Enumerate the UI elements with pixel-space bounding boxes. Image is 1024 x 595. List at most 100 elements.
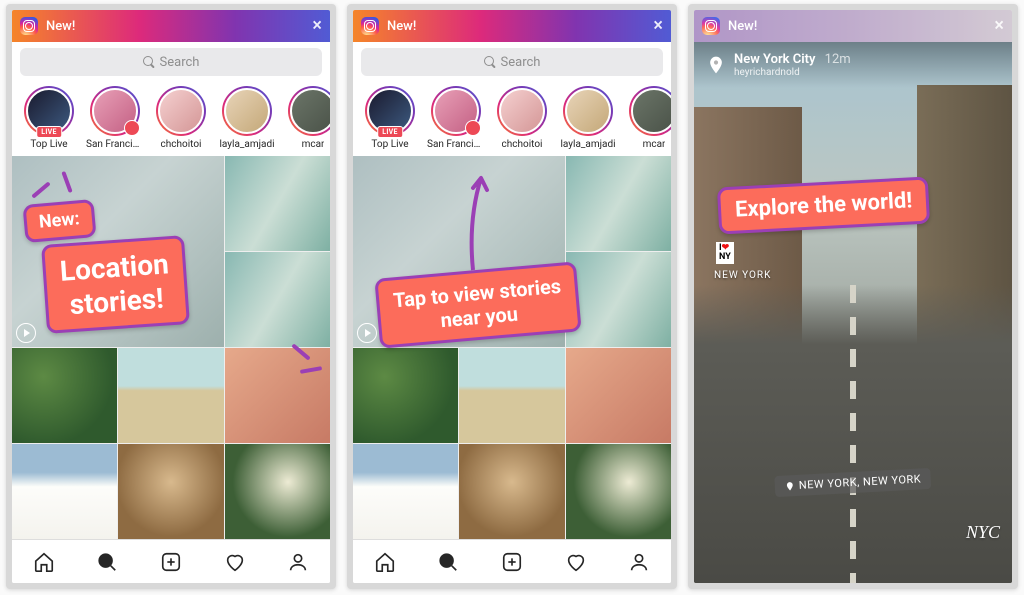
instagram-logo-icon [361, 17, 379, 35]
avatar [92, 88, 138, 134]
story-label: Top Live [371, 139, 408, 150]
promo-banner: New! × [694, 10, 1012, 42]
explore-tile[interactable] [118, 444, 223, 539]
story-item[interactable]: San Francisco [427, 86, 485, 150]
story-ring [222, 86, 272, 136]
story-item[interactable]: mcar [284, 86, 330, 150]
story-ring-live [24, 86, 74, 136]
story-label: Top Live [30, 139, 67, 150]
screen-2: New! × Search Top Live San Francisco chcho… [353, 10, 671, 583]
phone-mock-2: New! × Search Top Live San Francisco chcho… [347, 4, 677, 589]
close-icon[interactable]: × [312, 17, 322, 35]
story-ring [288, 86, 330, 136]
story-item[interactable]: San Francisco [86, 86, 144, 150]
story-tray[interactable]: Top Live San Francisco chchoitoi layla_amja… [12, 82, 330, 156]
story-tray[interactable]: Top Live San Francisco chchoitoi layla_amja… [353, 82, 671, 156]
search-input[interactable]: Search [361, 48, 663, 76]
banner-label: New! [46, 19, 75, 34]
banner-label: New! [728, 19, 757, 34]
nav-search-icon[interactable] [96, 551, 118, 573]
explore-tile[interactable] [225, 252, 330, 347]
explore-grid[interactable] [353, 156, 671, 539]
story-ring [629, 86, 671, 136]
nav-create-icon[interactable] [160, 551, 182, 573]
instagram-logo-icon [20, 17, 38, 35]
promo-banner: New! × [12, 10, 330, 42]
story-header-text: New York City 12m heyrichardnold [734, 52, 851, 78]
explore-tile[interactable] [566, 444, 671, 539]
instagram-logo-icon [702, 17, 720, 35]
nav-search-icon[interactable] [437, 551, 459, 573]
explore-tile[interactable] [353, 444, 458, 539]
explore-tile[interactable] [353, 348, 458, 443]
promo-banner: New! × [353, 10, 671, 42]
avatar [367, 88, 413, 134]
location-pin-icon [706, 55, 726, 75]
story-ring [563, 86, 613, 136]
story-item[interactable]: chchoitoi [152, 86, 210, 150]
explore-tile[interactable] [118, 348, 223, 443]
story-item[interactable]: layla_amjadi [218, 86, 276, 150]
story-item[interactable]: mcar [625, 86, 671, 150]
nav-create-icon[interactable] [501, 551, 523, 573]
location-pin-icon [785, 481, 796, 492]
story-ring [497, 86, 547, 136]
bottom-nav [12, 539, 330, 583]
play-icon [16, 323, 36, 343]
street [694, 285, 1012, 583]
search-icon [484, 56, 496, 68]
story-ring-location [90, 86, 140, 136]
banner-label: New! [387, 19, 416, 34]
overlay-new-badge: New: [22, 199, 96, 243]
avatar [26, 88, 72, 134]
i-heart-ny-sticker: I❤NY [716, 242, 734, 264]
nav-profile-icon[interactable] [287, 551, 309, 573]
nav-home-icon[interactable] [33, 551, 55, 573]
explore-tile[interactable] [566, 348, 671, 443]
story-label: layla_amjadi [560, 139, 615, 150]
search-icon [143, 56, 155, 68]
nav-profile-icon[interactable] [628, 551, 650, 573]
explore-tile[interactable] [225, 156, 330, 251]
overlay-headline: Explore the world! [717, 177, 930, 235]
phone-mock-1: New! × Search Top Live San Francisco chcho… [6, 4, 336, 589]
explore-tile[interactable] [225, 348, 330, 443]
explore-tile[interactable] [566, 156, 671, 251]
nav-activity-icon[interactable] [565, 551, 587, 573]
close-icon[interactable]: × [653, 17, 663, 35]
overlay-headline: Location stories! [41, 235, 190, 334]
story-label: San Francisco [427, 139, 485, 150]
story-location-title: New York City [734, 52, 815, 67]
explore-tile[interactable] [225, 444, 330, 539]
search-input[interactable]: Search [20, 48, 322, 76]
story-item[interactable]: chchoitoi [493, 86, 551, 150]
story-item[interactable]: layla_amjadi [559, 86, 617, 150]
story-ring-location [431, 86, 481, 136]
avatar [499, 88, 545, 134]
story-item[interactable]: Top Live [361, 86, 419, 150]
search-placeholder: Search [501, 55, 541, 70]
screen-3: New! × New York City 12m heyrichardnold … [694, 10, 1012, 583]
bottom-nav [353, 539, 671, 583]
story-label: layla_amjadi [219, 139, 274, 150]
close-icon[interactable]: × [994, 17, 1004, 35]
story-label: mcar [302, 139, 325, 150]
story-item[interactable]: Top Live [20, 86, 78, 150]
story-label: San Francisco [86, 139, 144, 150]
play-icon [357, 323, 377, 343]
story-viewer[interactable]: New York City 12m heyrichardnold Explore… [694, 42, 1012, 583]
avatar [224, 88, 270, 134]
location-sticker-text: NEW YORK, NEW YORK [798, 472, 921, 491]
explore-tile[interactable] [12, 348, 117, 443]
explore-tile[interactable] [12, 444, 117, 539]
story-header: New York City 12m heyrichardnold [694, 42, 1012, 88]
explore-tile[interactable] [459, 348, 564, 443]
handwritten-nyc: NYC [966, 522, 1000, 543]
explore-tile[interactable] [566, 252, 671, 347]
nav-activity-icon[interactable] [224, 551, 246, 573]
story-label: mcar [643, 139, 666, 150]
nav-home-icon[interactable] [374, 551, 396, 573]
explore-tile[interactable] [459, 444, 564, 539]
story-ring-live [365, 86, 415, 136]
search-placeholder: Search [160, 55, 200, 70]
